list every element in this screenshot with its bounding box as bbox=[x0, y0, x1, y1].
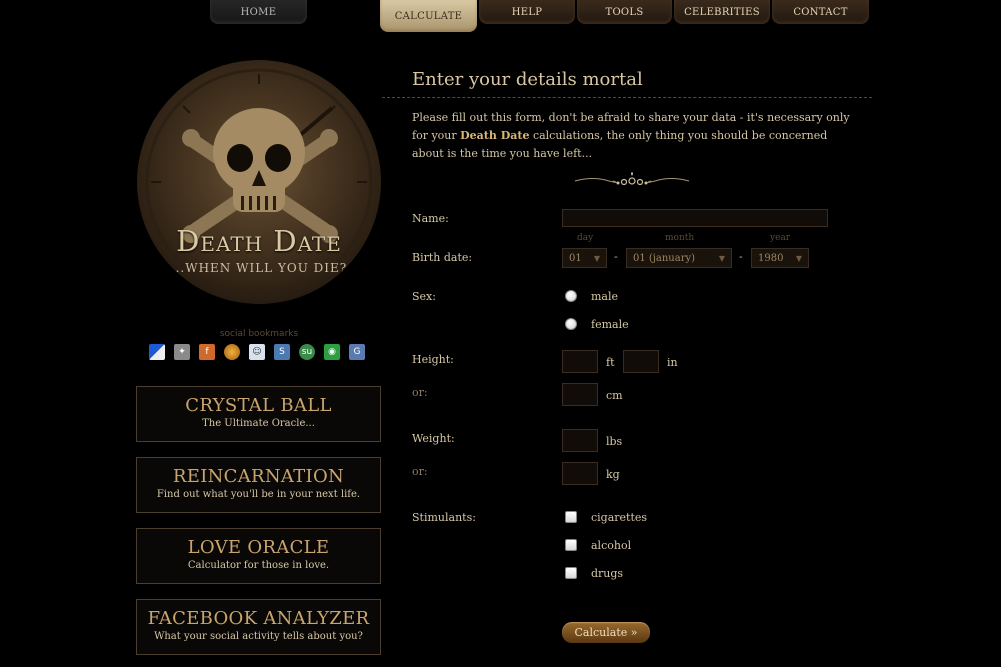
lbs-unit: lbs bbox=[606, 435, 623, 448]
cm-unit: cm bbox=[606, 389, 623, 402]
nav-contact[interactable]: CONTACT bbox=[772, 0, 869, 24]
date-separator: - bbox=[614, 250, 618, 263]
day-caption: day bbox=[577, 233, 594, 243]
love-oracle-box[interactable]: LOVE ORACLE Calculator for those in love… bbox=[136, 528, 381, 584]
birth-date-label: Birth date: bbox=[412, 251, 473, 264]
death-date-logo[interactable]: Death Date ...WHEN WILL YOU DIE? bbox=[137, 60, 381, 304]
chevron-down-icon: ▼ bbox=[593, 254, 600, 263]
weight-label: Weight: bbox=[412, 432, 455, 445]
reincarnation-box[interactable]: REINCARNATION Find out what you'll be in… bbox=[136, 457, 381, 513]
date-separator: - bbox=[739, 250, 743, 263]
chevron-down-icon: ▼ bbox=[718, 254, 725, 263]
height-label: Height: bbox=[412, 353, 454, 366]
weight-lbs-input[interactable] bbox=[562, 429, 598, 452]
name-label: Name: bbox=[412, 212, 449, 225]
stumble-icon[interactable] bbox=[224, 344, 240, 360]
weight-or-label: or: bbox=[412, 465, 428, 478]
logo-title: Death Date bbox=[176, 224, 342, 258]
nav-celebrities[interactable]: CELEBRITIES bbox=[674, 0, 770, 24]
year-select-value: 1980 bbox=[758, 252, 784, 264]
cigarettes-checkbox[interactable] bbox=[565, 511, 577, 523]
spurl-icon[interactable]: S bbox=[274, 344, 290, 360]
year-select[interactable]: 1980 ▼ bbox=[751, 248, 809, 268]
nav-calculate[interactable]: CALCULATE bbox=[380, 0, 477, 32]
intro-text-bold: Death Date bbox=[460, 129, 530, 142]
alcohol-checkbox[interactable] bbox=[565, 539, 577, 551]
furl-icon[interactable]: f bbox=[199, 344, 215, 360]
sex-label: Sex: bbox=[412, 290, 436, 303]
stimulants-label: Stimulants: bbox=[412, 511, 476, 524]
nav-home[interactable]: HOME bbox=[210, 0, 307, 24]
month-select-value: 01 (january) bbox=[633, 252, 696, 264]
chevron-down-icon: ▼ bbox=[795, 254, 802, 263]
digg-icon[interactable]: ✦ bbox=[174, 344, 190, 360]
height-ft-input[interactable] bbox=[562, 350, 598, 373]
logo-subtitle: ...WHEN WILL YOU DIE? bbox=[170, 261, 348, 275]
google-icon[interactable]: G bbox=[349, 344, 365, 360]
page: HOME CALCULATE HELP TOOLS CELEBRITIES CO… bbox=[0, 0, 1001, 667]
height-cm-input[interactable] bbox=[562, 383, 598, 406]
ornament-divider-icon bbox=[574, 172, 690, 186]
day-select[interactable]: 01 ▼ bbox=[562, 248, 607, 268]
side-box-title: LOVE ORACLE bbox=[187, 537, 330, 558]
page-title: Enter your details mortal bbox=[412, 69, 643, 90]
drugs-label: drugs bbox=[591, 567, 624, 580]
male-radio[interactable] bbox=[565, 290, 577, 302]
social-bookmarks: ✦ f ☺ S su ◉ G bbox=[149, 344, 365, 360]
alcohol-label: alcohol bbox=[591, 539, 632, 552]
month-caption: month bbox=[665, 233, 695, 243]
intro-text: Please fill out this form, don't be afra… bbox=[412, 109, 852, 163]
side-box-subtitle: Find out what you'll be in your next lif… bbox=[156, 489, 361, 500]
side-box-title: FACEBOOK ANALYZER bbox=[147, 608, 370, 629]
delicious-icon[interactable] bbox=[149, 344, 165, 360]
nav-tools[interactable]: TOOLS bbox=[577, 0, 672, 24]
height-or-label: or: bbox=[412, 386, 428, 399]
year-caption: year bbox=[770, 233, 791, 243]
title-divider bbox=[382, 97, 872, 98]
day-select-value: 01 bbox=[569, 252, 582, 264]
weight-kg-input[interactable] bbox=[562, 462, 598, 485]
female-label: female bbox=[591, 318, 629, 331]
stumbleupon-icon[interactable]: su bbox=[299, 344, 315, 360]
nav-help[interactable]: HELP bbox=[479, 0, 575, 24]
calculate-button[interactable]: Calculate » bbox=[562, 622, 650, 643]
crystal-ball-box[interactable]: CRYSTAL BALL The Ultimate Oracle... bbox=[136, 386, 381, 442]
side-box-subtitle: Calculator for those in love. bbox=[187, 560, 330, 571]
reddit-icon[interactable]: ☺ bbox=[249, 344, 265, 360]
kg-unit: kg bbox=[606, 468, 620, 481]
technorati-icon[interactable]: ◉ bbox=[324, 344, 340, 360]
female-radio[interactable] bbox=[565, 318, 577, 330]
month-select[interactable]: 01 (january) ▼ bbox=[626, 248, 732, 268]
drugs-checkbox[interactable] bbox=[565, 567, 577, 579]
in-unit: in bbox=[667, 356, 678, 369]
male-label: male bbox=[591, 290, 619, 303]
cigarettes-label: cigarettes bbox=[591, 511, 648, 524]
height-in-input[interactable] bbox=[623, 350, 659, 373]
side-box-subtitle: What your social activity tells about yo… bbox=[154, 631, 363, 642]
name-input[interactable] bbox=[562, 209, 828, 227]
side-box-subtitle: The Ultimate Oracle... bbox=[202, 418, 315, 429]
facebook-analyzer-box[interactable]: FACEBOOK ANALYZER What your social activ… bbox=[136, 599, 381, 655]
side-box-title: CRYSTAL BALL bbox=[185, 395, 332, 416]
social-bookmarks-label: social bookmarks bbox=[219, 329, 299, 339]
side-box-title: REINCARNATION bbox=[172, 466, 345, 487]
ft-unit: ft bbox=[606, 356, 615, 369]
